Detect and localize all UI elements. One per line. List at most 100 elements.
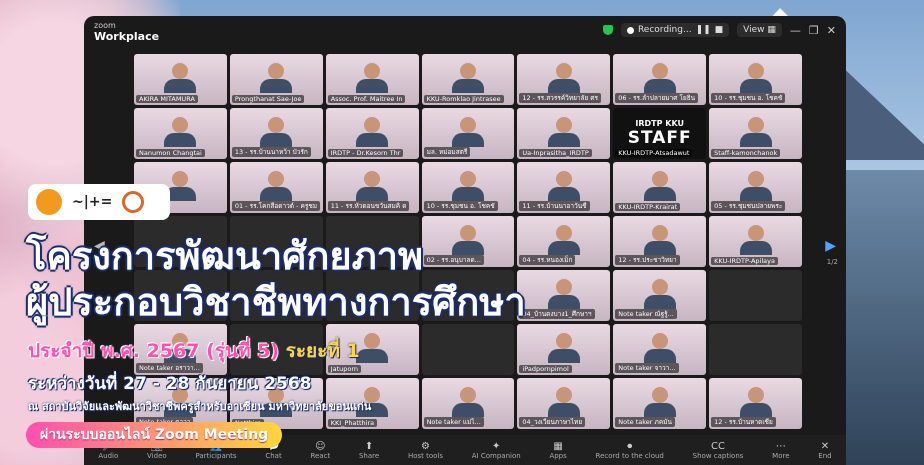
- participant-tile[interactable]: IRDTP - Dr.Kesorn Thr: [325, 108, 419, 159]
- toolbar-label: Share: [358, 451, 380, 460]
- participant-tile[interactable]: Assoc. Prof. Maitree In: [325, 54, 419, 105]
- pause-icon[interactable]: ❚❚: [696, 25, 711, 35]
- participant-body: [260, 187, 293, 201]
- partner-logo: ~|+=: [72, 194, 113, 210]
- participant-body: [164, 133, 197, 147]
- participant-name: 05 - รร.ชุมชนปลายพระ: [711, 201, 786, 211]
- participant-tile[interactable]: 04_วงเวียนภาษาไทย: [517, 378, 611, 429]
- participant-body: [547, 79, 580, 93]
- toolbar-ai-companionbutton[interactable]: ✦ AI Companion: [472, 441, 521, 460]
- title-line-2: ผู้ประกอบวิชาชีพทางการศึกษา: [26, 280, 526, 324]
- toolbar-show-captionsbutton[interactable]: CC Show captions: [693, 441, 744, 460]
- close-icon[interactable]: ✕: [827, 24, 836, 37]
- participant-name: 04_วงเวียนภาษาไทย: [519, 417, 586, 427]
- toolbar-label: Apps: [549, 451, 567, 460]
- participant-body: [547, 403, 580, 417]
- participant-tile[interactable]: Prongthanat Sae-Joe: [229, 54, 323, 105]
- restore-icon[interactable]: ❐: [809, 24, 819, 37]
- participant-face: [651, 387, 668, 404]
- participant-body: [547, 133, 580, 147]
- toolbar-label: Host tools: [407, 451, 444, 460]
- participant-tile[interactable]: Note taker แม่ไ...: [421, 378, 515, 429]
- toolbar-label: End: [818, 451, 832, 460]
- participant-body: [643, 241, 676, 255]
- participant-body: [260, 133, 293, 147]
- participant-tile[interactable]: IRDTP KKU STAFF KKU-IRDTP-Atsadawut: [613, 108, 707, 159]
- participant-tile[interactable]: 05 - รร.ชุมชนปลายพระ: [709, 162, 802, 213]
- participant-tile[interactable]: 04 - รร.หนองเม็ก: [517, 216, 611, 267]
- stop-icon[interactable]: ■: [715, 25, 724, 35]
- participant-tile[interactable]: 13 - รร.บ้านนาหว้า บัวรัก: [229, 108, 323, 159]
- participant-name: Ua-Inprasitha_IRDTP: [519, 149, 592, 157]
- participant-face: [555, 279, 572, 296]
- participant-face: [747, 387, 764, 404]
- participant-tile[interactable]: 11 - รร.หัวดอนขวันสมคิ ด: [325, 162, 419, 213]
- participant-name: 06 - รร.ลำปลายมาศ โยธิน: [615, 93, 699, 103]
- participant-tile[interactable]: 10 - รร.ชุมชน อ. โชคชั: [709, 54, 802, 105]
- minimize-icon[interactable]: —: [790, 24, 801, 37]
- recording-indicator[interactable]: Recording... ❚❚ ■: [620, 23, 730, 37]
- toolbar-label: Record to the cloud: [595, 451, 664, 460]
- security-shield-icon[interactable]: [602, 25, 613, 35]
- participant-tile[interactable]: Staff-kamonchanok: [709, 108, 802, 159]
- participant-face: [268, 63, 285, 80]
- participant-body: [451, 187, 484, 201]
- participant-tile[interactable]: 10 - รร.ชุมชน อ. โชคชั: [421, 162, 515, 213]
- participant-tile[interactable]: [709, 270, 802, 321]
- participant-tile[interactable]: 04_บ้านดงบาง1_ศึกษาฯ: [517, 270, 611, 321]
- staff-line-2: STAFF: [627, 128, 692, 148]
- participant-body: [643, 403, 676, 417]
- toolbar-reactbutton[interactable]: ☺ React: [310, 441, 330, 460]
- toolbar-label: Show captions: [692, 451, 744, 460]
- toolbar-endbutton[interactable]: ✕ End: [818, 441, 831, 460]
- participant-body: [643, 295, 676, 309]
- participant-face: [172, 171, 189, 188]
- toolbar-icon: ⏺: [627, 440, 633, 452]
- participant-face: [747, 171, 764, 188]
- participant-tile[interactable]: Nanumon Changtai: [134, 108, 227, 159]
- participant-tile[interactable]: [709, 324, 802, 375]
- toolbar-label: More: [772, 451, 790, 460]
- participant-tile[interactable]: Note taker ณัฐรู้...: [613, 270, 707, 321]
- participant-face: [555, 171, 572, 188]
- participant-tile[interactable]: Note taker ภคมัน: [613, 378, 707, 429]
- participant-face: [747, 63, 764, 80]
- toolbar-record-to-the-cloudbutton[interactable]: ⏺ Record to the cloud: [596, 441, 664, 460]
- participant-tile[interactable]: 12 - รร.บ้านหาดเชีย: [709, 378, 802, 429]
- view-button[interactable]: View ▦: [737, 23, 782, 37]
- participant-tile[interactable]: iPadpornpimol: [517, 324, 611, 375]
- participant-name: 12 - รร.บ้านหาดเชีย: [711, 417, 776, 427]
- participant-tile[interactable]: 06 - รร.ลำปลายมาศ โยธิน: [613, 54, 707, 105]
- participant-name: 10 - รร.ชุมชน อ. โชคชั: [423, 201, 498, 211]
- participant-body: [356, 79, 389, 93]
- toolbar-host-toolsbutton[interactable]: ⚙ Host tools: [408, 441, 443, 460]
- participant-tile[interactable]: KKU-Romklao Jintrasee: [421, 54, 515, 105]
- participant-name: 13 - รร.บ้านนาหว้า บัวรัก: [231, 147, 311, 157]
- participant-tile[interactable]: Note taker จาวา...: [613, 324, 707, 375]
- participant-name: Staff-kamonchanok: [711, 149, 781, 157]
- participant-face: [459, 171, 476, 188]
- participant-name: KKU-Romklao Jintrasee: [423, 95, 504, 103]
- participant-tile[interactable]: มล. หม่อมสตรี: [421, 108, 515, 159]
- toolbar-appsbutton[interactable]: ▦ Apps: [549, 441, 566, 460]
- next-page-icon[interactable]: ▶: [825, 238, 836, 254]
- participant-name: iPadpornpimol: [519, 365, 572, 373]
- participant-face: [459, 225, 476, 242]
- toolbar-morebutton[interactable]: ⋯ More: [772, 441, 789, 460]
- participant-tile[interactable]: 11 - รร.บ้านนาอาวันชี: [517, 162, 611, 213]
- participant-tile[interactable]: Ua-Inprasitha_IRDTP: [517, 108, 611, 159]
- participant-name: 12 - รร.สวรรค์วิทยาลัย ศร: [519, 93, 602, 103]
- participant-tile[interactable]: KKU-IRDTP-Krairat: [613, 162, 707, 213]
- toolbar-sharebutton[interactable]: ⬆ Share: [359, 441, 379, 460]
- participant-tile[interactable]: 01 - รร.โคกสีอดาวต์ - ครูชม: [229, 162, 323, 213]
- participant-tile[interactable]: AKIRA MITAMURA: [134, 54, 227, 105]
- participant-tile[interactable]: [421, 324, 515, 375]
- participant-body: [547, 349, 580, 363]
- participant-tile[interactable]: 12 - รร.ประชาวิทยา: [613, 216, 707, 267]
- toolbar-icon: ⚙: [420, 440, 430, 452]
- participant-tile[interactable]: 02 - รร.อนุบาลด...: [421, 216, 515, 267]
- participant-name: Note taker จาวา...: [615, 363, 679, 373]
- participant-tile[interactable]: KKU-IRDTP-Apilaya: [709, 216, 802, 267]
- participant-body: [643, 349, 676, 363]
- participant-tile[interactable]: 12 - รร.สวรรค์วิทยาลัย ศร: [517, 54, 611, 105]
